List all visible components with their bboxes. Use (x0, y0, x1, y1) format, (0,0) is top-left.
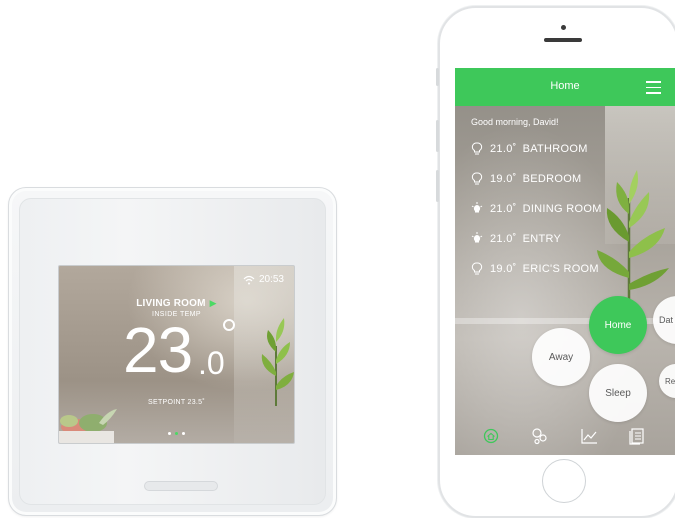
home-tab-icon[interactable] (481, 426, 501, 446)
chart-tab-icon[interactable] (579, 426, 599, 446)
speaker-grille (544, 38, 582, 42)
page-indicator[interactable] (59, 432, 294, 435)
app-title: Home (550, 80, 580, 92)
thermostat-physical-button[interactable] (144, 481, 218, 491)
clock-time: 20:53 (258, 274, 284, 285)
current-temp-integer: 23 (123, 314, 193, 386)
bulb-outline-icon (471, 172, 483, 185)
room-name: ENTRY (522, 233, 562, 245)
page-dot[interactable] (182, 432, 185, 435)
hamburger-menu-icon[interactable] (646, 81, 661, 94)
room-item-bedroom[interactable]: 19.0˚ BEDROOM (471, 164, 602, 194)
room-name: BATHROOM (522, 143, 588, 155)
room-temp: 19.0˚ (490, 173, 517, 185)
setpoint-label: SETPOINT 23.5˚ (148, 399, 205, 406)
bulb-outline-icon (471, 142, 483, 155)
chevron-right-icon[interactable]: ▶ (210, 298, 217, 308)
plant-right-decoration (261, 318, 294, 406)
phone-home-button[interactable] (542, 459, 586, 503)
room-item-bathroom[interactable]: 21.0˚ BATHROOM (471, 134, 602, 164)
room-name: DINING ROOM (522, 203, 602, 215)
app-plant-decoration (597, 170, 669, 308)
app-screen: Home Good morning, David! 21.0˚ BATHROOM… (455, 68, 675, 455)
list-tab-icon[interactable] (627, 426, 647, 446)
phone-volume-up (436, 120, 439, 152)
thermostat-device: 20:53 LIVING ROOM ▶ INSIDE TEMP 23 .0 SET… (8, 187, 337, 516)
mode-home-button[interactable]: Home (589, 296, 647, 354)
camera-icon (561, 25, 566, 30)
room-name: BEDROOM (522, 173, 582, 185)
scenes-tab-icon[interactable] (530, 426, 550, 446)
greeting-text: Good morning, David! (471, 117, 559, 127)
room-name: ERIC'S ROOM (522, 263, 599, 275)
phone-volume-down (436, 170, 439, 202)
thermostat-screen[interactable]: 20:53 LIVING ROOM ▶ INSIDE TEMP 23 .0 SET… (58, 265, 295, 444)
room-item-dining-room[interactable]: 21.0˚ DINING ROOM (471, 194, 602, 224)
current-temp-decimal: .0 (198, 345, 225, 381)
mode-re-button[interactable]: Re (659, 364, 675, 398)
page-dot[interactable] (168, 432, 171, 435)
status-bar: 20:53 (243, 274, 284, 285)
wifi-icon (243, 275, 255, 284)
room-temp: 19.0˚ (490, 263, 517, 275)
room-selector[interactable]: LIVING ROOM ▶ (59, 298, 294, 309)
room-list: 21.0˚ BATHROOM 19.0˚ BEDROOM 21.0˚ DININ… (471, 142, 602, 292)
page-dot-active[interactable] (175, 432, 178, 435)
bulb-on-icon (471, 202, 483, 213)
room-temp: 21.0˚ (490, 143, 517, 155)
mode-sleep-button[interactable]: Sleep (589, 364, 647, 422)
phone-mute-switch (436, 68, 439, 86)
mode-away-button[interactable]: Away (532, 328, 590, 386)
room-temp: 21.0˚ (490, 233, 517, 245)
room-temp: 21.0˚ (490, 203, 517, 215)
bulb-on-icon (471, 232, 483, 243)
degree-icon (223, 319, 235, 331)
app-header: Home (455, 68, 675, 106)
bulb-outline-icon (471, 262, 483, 275)
room-item-entry[interactable]: 21.0˚ ENTRY (471, 224, 602, 254)
room-name: LIVING ROOM (136, 298, 206, 309)
room-item-erics-room[interactable]: 19.0˚ ERIC'S ROOM (471, 254, 602, 284)
tab-bar (455, 420, 675, 452)
